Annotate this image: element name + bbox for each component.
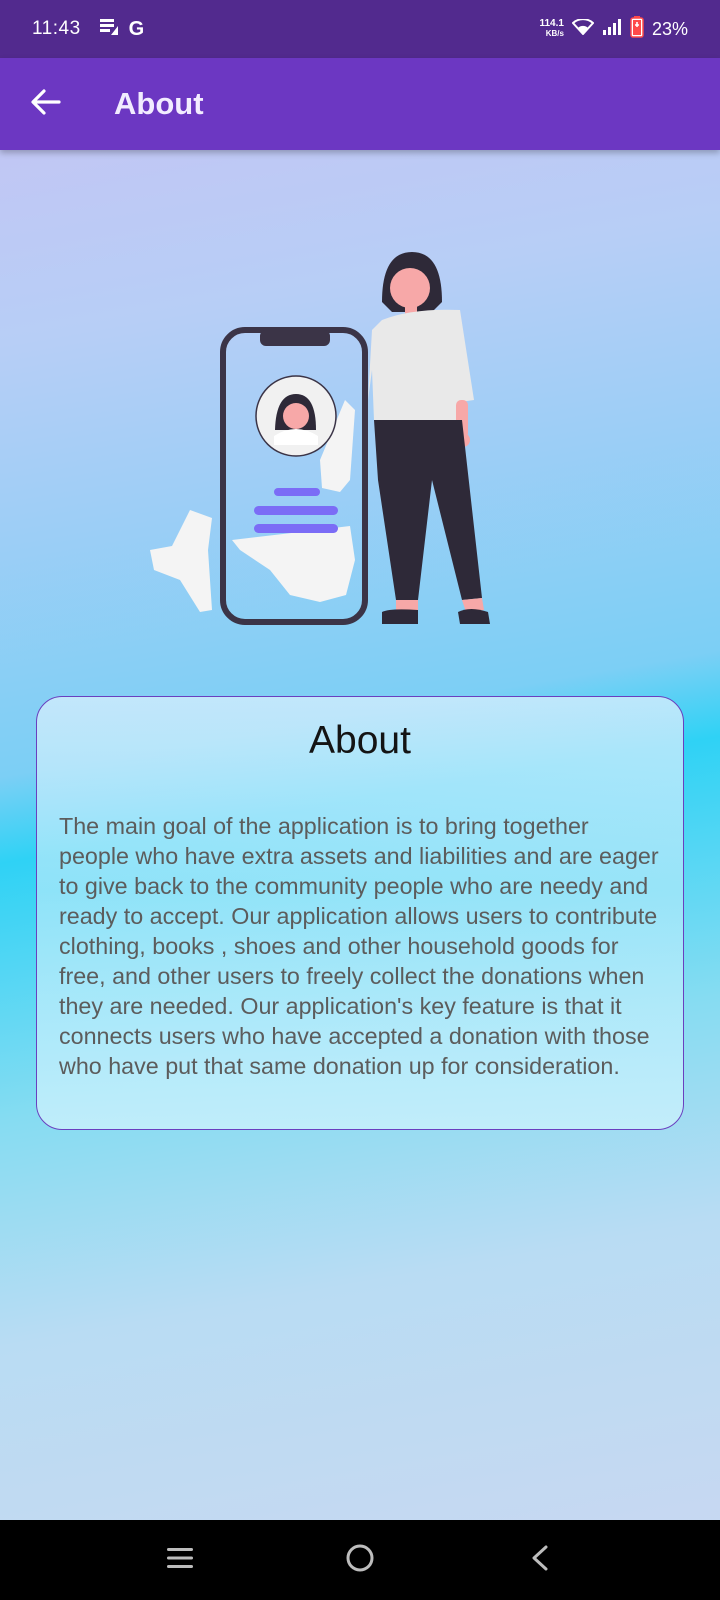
about-card-body: The main goal of the application is to b… <box>59 813 659 1079</box>
net-speed-unit: KB/s <box>545 29 564 38</box>
about-card: About The main goal of the application i… <box>36 696 684 1130</box>
arrow-left-icon <box>31 88 61 120</box>
system-back-button[interactable] <box>510 1530 570 1590</box>
circle-home-icon <box>345 1543 375 1578</box>
net-speed: 114.1 KB/s <box>539 19 563 39</box>
wifi-icon <box>571 17 595 40</box>
status-time: 11:43 <box>32 18 81 39</box>
menu-lines-icon <box>165 1546 195 1575</box>
back-button[interactable] <box>22 80 70 128</box>
signal-icon <box>602 18 622 40</box>
system-nav-bar <box>0 1520 720 1600</box>
battery-icon <box>630 15 644 43</box>
page-title: About <box>114 86 204 121</box>
status-left-icons: G <box>99 17 145 41</box>
chevron-left-icon <box>529 1544 551 1577</box>
net-speed-value: 114.1 <box>539 18 564 29</box>
about-card-title: About <box>309 719 411 762</box>
home-button[interactable] <box>330 1530 390 1590</box>
network-type-label: G <box>128 17 145 40</box>
app-bar: About <box>0 58 720 150</box>
data-saver-icon <box>99 18 119 41</box>
recents-button[interactable] <box>150 1530 210 1590</box>
about-illustration <box>150 250 500 645</box>
battery-percent: 23% <box>651 18 688 39</box>
status-right-icons: 114.1 KB/s 23% <box>539 15 688 43</box>
status-bar: 11:43 G 114.1 KB/s 23% <box>0 0 720 58</box>
